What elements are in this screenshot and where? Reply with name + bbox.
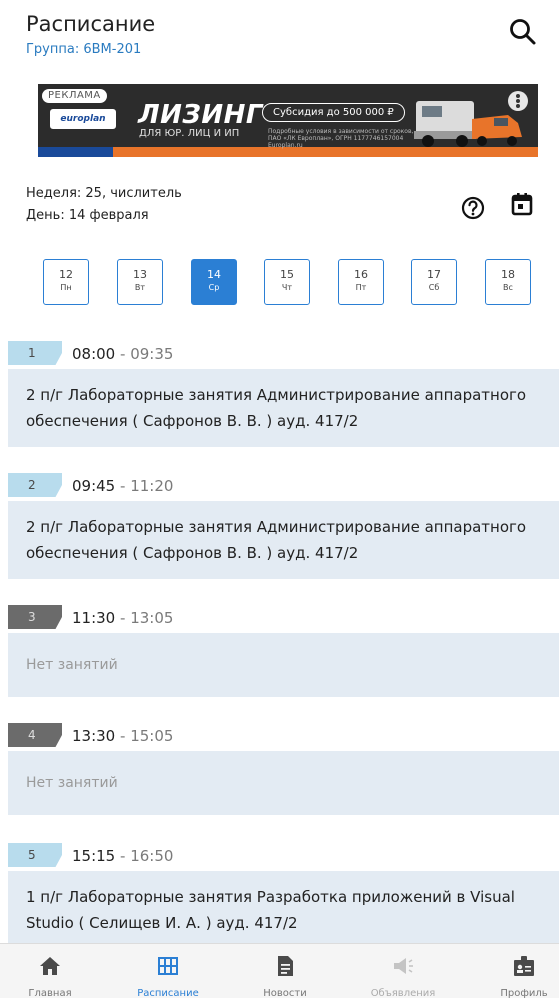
lesson-header: 2 09:45 - 11:20: [0, 468, 559, 500]
ad-subline: ДЛЯ ЮР. ЛИЦ И ИП: [139, 128, 240, 139]
profile-badge-icon: [514, 956, 534, 976]
ad-banner[interactable]: РЕКЛАМА europlan ЛИЗИНГ ДЛЯ ЮР. ЛИЦ И ИП…: [38, 84, 538, 157]
ad-fine-print: Подробные условия в зависимости от сроко…: [268, 128, 414, 149]
day-button[interactable]: 18 Вс: [485, 259, 531, 305]
ad-pill: Субсидия до 500 000 ₽: [262, 103, 405, 122]
ad-headline: ЛИЗИНГ: [138, 100, 263, 130]
lesson-start-time: 11:30: [72, 609, 116, 627]
lesson-header: 4 13:30 - 15:05: [0, 718, 559, 750]
nav-home[interactable]: Главная: [10, 944, 90, 998]
lesson-time-separator: -: [115, 477, 131, 495]
help-button[interactable]: [460, 195, 486, 221]
day-number: 12: [59, 268, 73, 281]
lesson-number-badge: 3: [8, 605, 62, 629]
calendar-icon: [511, 193, 533, 216]
lesson-header: 3 11:30 - 13:05: [0, 600, 559, 632]
home-icon: [40, 957, 60, 975]
day-weekday: Чт: [281, 283, 293, 292]
lesson-start-time: 15:15: [72, 847, 116, 865]
lesson-time: 09:45 - 11:20: [72, 477, 173, 495]
ad-decoration: [38, 147, 113, 157]
nav-label: Объявления: [370, 988, 436, 998]
day-weekday: Вс: [503, 283, 513, 292]
lesson-start-time: 09:45: [72, 477, 116, 495]
document-icon: [278, 956, 293, 976]
lesson-end-time: 11:20: [130, 477, 174, 495]
lesson-header: 5 15:15 - 16:50: [0, 838, 559, 870]
lesson-header: 1 08:00 - 09:35: [0, 336, 559, 368]
lesson-time: 11:30 - 13:05: [72, 609, 173, 627]
nav-announcements[interactable]: Объявления: [363, 944, 443, 998]
lesson-card-empty: Нет занятий: [8, 751, 559, 815]
lesson-number-badge: 1: [8, 341, 62, 365]
lesson-end-time: 13:05: [130, 609, 174, 627]
search-icon: [510, 19, 536, 45]
nav-profile[interactable]: Профиль: [484, 944, 559, 998]
nav-news[interactable]: Новости: [245, 944, 325, 998]
day-button-selected[interactable]: 14 Ср: [191, 259, 237, 305]
lesson-time: 15:15 - 16:50: [72, 847, 173, 865]
day-button[interactable]: 17 Сб: [411, 259, 457, 305]
lesson-time: 08:00 - 09:35: [72, 345, 173, 363]
lesson-card[interactable]: 1 п/г Лабораторные занятия Разработка пр…: [8, 871, 559, 943]
lesson-card[interactable]: 2 п/г Лабораторные занятия Администриров…: [8, 369, 559, 447]
ad-more-button[interactable]: [508, 91, 528, 111]
nav-schedule[interactable]: Расписание: [128, 944, 208, 998]
day-number: 17: [427, 268, 441, 281]
lesson-card[interactable]: 2 п/г Лабораторные занятия Администриров…: [8, 501, 559, 579]
day-number: 13: [133, 268, 147, 281]
lesson-end-time: 09:35: [130, 345, 174, 363]
day-number: 16: [354, 268, 368, 281]
day-button[interactable]: 15 Чт: [264, 259, 310, 305]
nav-label: Профиль: [500, 988, 548, 998]
lesson-number-badge: 2: [8, 473, 62, 497]
grid-icon: [158, 957, 178, 975]
calendar-button[interactable]: [509, 191, 535, 217]
lesson-time-separator: -: [115, 345, 131, 363]
lesson-start-time: 13:30: [72, 727, 116, 745]
ad-logo: europlan: [50, 109, 116, 129]
day-weekday: Сб: [428, 283, 440, 292]
week-info: Неделя: 25, числитель День: 14 февраля: [26, 183, 182, 227]
day-number: 18: [501, 268, 515, 281]
day-button[interactable]: 16 Пт: [338, 259, 384, 305]
lesson-card-empty: Нет занятий: [8, 633, 559, 697]
ad-tag: РЕКЛАМА: [42, 89, 107, 103]
day-weekday: Ср: [208, 283, 220, 292]
group-label[interactable]: Группа: 6ВМ-201: [26, 42, 141, 57]
lesson-time: 13:30 - 15:05: [72, 727, 173, 745]
nav-label: Новости: [263, 988, 307, 998]
lesson-time-separator: -: [115, 847, 131, 865]
day-label: День: 14 февраля: [26, 208, 149, 223]
day-weekday: Пн: [60, 283, 72, 292]
day-number: 15: [280, 268, 294, 281]
day-button[interactable]: 13 Вт: [117, 259, 163, 305]
day-weekday: Пт: [355, 283, 367, 292]
lesson-end-time: 15:05: [130, 727, 174, 745]
bottom-navigation: Главная Расписание Новости Объявления Пр…: [0, 943, 559, 998]
day-weekday: Вт: [134, 283, 146, 292]
nav-label: Главная: [28, 988, 72, 998]
search-button[interactable]: [505, 14, 541, 50]
app-header: Расписание Группа: 6ВМ-201: [0, 0, 559, 70]
week-label: Неделя: 25, числитель: [26, 186, 182, 201]
day-button[interactable]: 12 Пн: [43, 259, 89, 305]
lesson-end-time: 16:50: [130, 847, 174, 865]
nav-label: Расписание: [137, 988, 199, 998]
lesson-time-separator: -: [115, 727, 131, 745]
lesson-time-separator: -: [115, 609, 131, 627]
megaphone-icon: [394, 958, 413, 974]
day-number: 14: [207, 268, 221, 281]
lesson-number-badge: 5: [8, 843, 62, 867]
lesson-number-badge: 4: [8, 723, 62, 747]
page-title: Расписание: [26, 12, 156, 36]
help-icon: [461, 196, 485, 220]
lesson-start-time: 08:00: [72, 345, 116, 363]
